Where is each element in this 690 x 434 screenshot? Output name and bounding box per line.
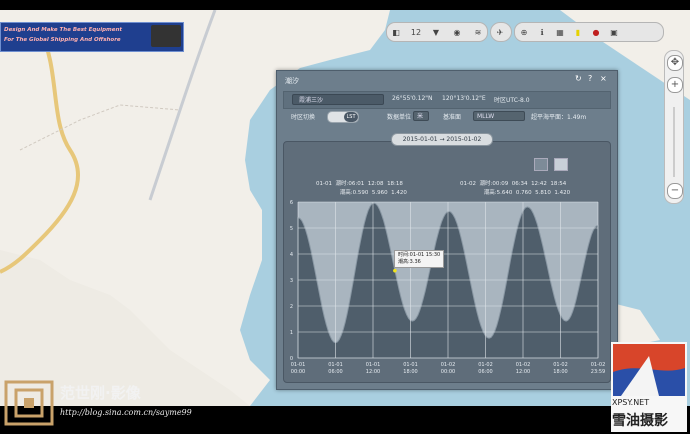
close-icon[interactable]: ×: [600, 74, 607, 83]
tz-toggle[interactable]: LST: [327, 111, 359, 123]
chart-panel: 01-01 潮时:06:01 12:08 18:18 潮高:0.590 5.96…: [283, 141, 611, 383]
x-tick-date: 01-02: [591, 362, 606, 368]
x-tick-date: 01-01: [328, 362, 343, 368]
help-icon[interactable]: ?: [588, 74, 592, 83]
y-tick-label: 1: [290, 330, 293, 336]
map-view[interactable]: Design And Make The Best Equipment For T…: [0, 10, 690, 406]
tz-toggle-value: LST: [344, 112, 358, 122]
x-tick-date: 01-01: [366, 362, 381, 368]
tooltip-time: 时间:01-01 15:30: [398, 252, 441, 258]
hover-point: [393, 268, 397, 273]
filter-icon[interactable]: ▼: [429, 25, 443, 39]
xpsy-emblem: [613, 344, 685, 396]
eye-icon[interactable]: ◉: [447, 25, 467, 39]
y-tick-label: 3: [290, 278, 293, 284]
layer-toolbar: ◧ 12 ▼ ◉ ≋: [386, 22, 488, 42]
x-tick-date: 01-01: [291, 362, 306, 368]
x-tick-date: 01-02: [553, 362, 568, 368]
train-photo: [151, 25, 181, 47]
dialog-title: 潮汐: [285, 77, 299, 85]
record-icon[interactable]: ●: [589, 25, 603, 39]
x-tick-time: 18:00: [553, 369, 567, 375]
options-row: 时区切换 LST 数据单位 米 基准面 MLLW 超平海平面：1.49m: [283, 109, 609, 123]
calendar-icon[interactable]: ▦: [553, 25, 567, 39]
x-tick-time: 00:00: [291, 369, 305, 375]
x-tick-time: 12:00: [366, 369, 380, 375]
ad-banner[interactable]: Design And Make The Best Equipment For T…: [0, 22, 184, 52]
longitude: 120°13'0.12"E: [442, 95, 486, 102]
compass-button[interactable]: ✈: [490, 22, 512, 42]
xpsy-site-cn: 雪油摄影: [612, 413, 668, 429]
datum-select[interactable]: MLLW: [473, 111, 525, 121]
y-tick-label: 5: [290, 226, 293, 232]
x-tick-time: 18:00: [403, 369, 417, 375]
x-tick-time: 06:00: [328, 369, 342, 375]
y-tick-label: 6: [290, 200, 293, 206]
banner-line2: For The Global Shipping And Offshore: [4, 37, 121, 43]
refresh-icon[interactable]: ↻: [575, 74, 582, 83]
grid-icon[interactable]: ▣: [607, 25, 621, 39]
top-black-border: [0, 0, 690, 10]
x-tick-date: 01-02: [478, 362, 493, 368]
x-tick-time: 06:00: [478, 369, 492, 375]
tz-switch-label: 时区切换: [291, 114, 316, 121]
timezone: 时区UTC-8.0: [494, 97, 530, 104]
flag-icon[interactable]: ▮: [571, 25, 585, 39]
date-range-selector[interactable]: 2015-01-01 → 2015-01-02: [391, 133, 493, 146]
layer-icon[interactable]: ◧: [389, 25, 403, 39]
tools-toolbar: ⊕ ℹ ▦ ▮ ● ▣: [514, 22, 664, 42]
x-tick-date: 01-01: [403, 362, 418, 368]
tide-dialog: 潮汐 ↻ ? × 霞浦三沙 26°55'0.12"N 120°13'0.12"E…: [276, 70, 618, 390]
y-tick-label: 2: [290, 304, 293, 310]
tide-chart[interactable]: 012345601-0100:0001-0106:0001-0112:0001-…: [284, 142, 610, 382]
chart-tooltip: 时间:01-01 15:30 潮高:3.36: [394, 250, 444, 268]
zoom-in-button[interactable]: +: [667, 77, 683, 93]
x-tick-time: 23:59: [591, 369, 605, 375]
seal-logo: [4, 380, 54, 426]
zoom-out-button[interactable]: −: [667, 183, 683, 199]
layer-count: 12: [410, 27, 422, 37]
datum-note: 超平海平面：1.49m: [531, 114, 587, 121]
x-tick-date: 01-02: [441, 362, 456, 368]
pan-icon[interactable]: ✥: [667, 55, 683, 71]
y-tick-label: 4: [290, 252, 293, 258]
blog-url: http://blog.sina.com.cn/sayme99: [60, 408, 192, 417]
compass-icon: ✈: [496, 27, 504, 37]
x-tick-time: 00:00: [441, 369, 455, 375]
unit-label: 数据单位: [387, 114, 412, 121]
zoom-control: ✥ + −: [664, 50, 684, 204]
station-select[interactable]: 霞浦三沙: [292, 94, 384, 105]
station-row: 霞浦三沙 26°55'0.12"N 120°13'0.12"E 时区UTC-8.…: [283, 91, 611, 109]
wind-icon[interactable]: ≋: [471, 25, 485, 39]
zoom-slider[interactable]: [673, 107, 675, 177]
brand-watermark: 范世刚·影像: [60, 384, 141, 402]
banner-line1: Design And Make The Best Equipment: [4, 27, 123, 33]
latitude: 26°55'0.12"N: [392, 95, 433, 102]
xpsy-site: XPSY.NET: [612, 398, 650, 407]
globe-icon[interactable]: ⊕: [517, 25, 531, 39]
tooltip-height: 潮高:3.36: [398, 259, 421, 265]
unit-select[interactable]: 米: [413, 111, 429, 121]
datum-label: 基准面: [443, 114, 462, 121]
info-icon[interactable]: ℹ: [535, 25, 549, 39]
x-tick-date: 01-02: [516, 362, 531, 368]
x-tick-time: 12:00: [516, 369, 530, 375]
